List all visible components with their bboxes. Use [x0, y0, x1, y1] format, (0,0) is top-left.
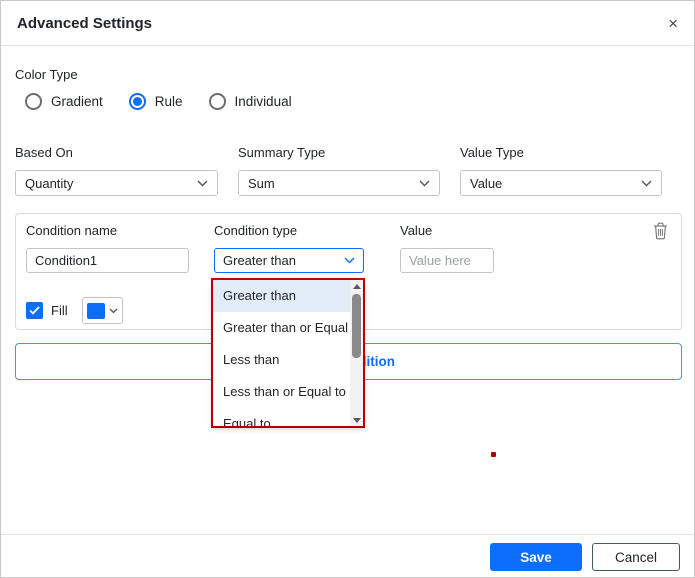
scroll-up-icon[interactable]: [350, 280, 363, 292]
based-on-dropdown[interactable]: Quantity: [15, 170, 218, 196]
annotation-dot: [491, 452, 496, 457]
chevron-down-icon: [419, 180, 430, 186]
popup-scrollbar[interactable]: [350, 280, 363, 426]
chevron-down-icon: [344, 257, 355, 264]
value-type-value: Value: [470, 175, 503, 191]
check-icon: [29, 306, 40, 315]
condition-type-label: Condition type: [214, 223, 298, 238]
dialog-header: Advanced Settings ×: [1, 1, 694, 46]
popup-item-list: Greater than Greater than or Equal to Le…: [213, 280, 362, 426]
condition-name-label: Condition name: [26, 223, 118, 238]
radio-label: Individual: [234, 94, 292, 109]
fill-checkbox-checked[interactable]: [26, 302, 43, 319]
condition-value-label: Value: [400, 223, 433, 238]
condition-type-dropdown[interactable]: Greater than: [214, 248, 364, 273]
summary-type-value: Sum: [248, 175, 275, 191]
radio-icon: [208, 93, 226, 110]
annotation-highlight: Greater than Greater than or Equal to Le…: [211, 278, 365, 428]
value-type-label: Value Type: [460, 145, 524, 160]
condition-type-value: Greater than: [223, 253, 296, 268]
scroll-down-icon[interactable]: [350, 414, 363, 426]
fill-color-picker[interactable]: [81, 297, 123, 324]
fill-label: Fill: [51, 303, 68, 318]
radio-icon: [25, 93, 42, 110]
chevron-down-icon: [641, 180, 652, 186]
based-on-value: Quantity: [25, 175, 74, 191]
based-on-label: Based On: [15, 145, 73, 160]
advanced-settings-dialog: Advanced Settings × Color Type Gradient …: [0, 0, 695, 578]
popup-item-less-than-or-equal[interactable]: Less than or Equal to: [213, 376, 350, 408]
close-icon[interactable]: ×: [668, 1, 678, 46]
cancel-button[interactable]: Cancel: [592, 543, 680, 571]
color-type-label: Color Type: [15, 67, 78, 82]
radio-option-gradient[interactable]: Gradient: [25, 93, 103, 110]
delete-condition-icon[interactable]: [653, 222, 668, 245]
radio-option-rule[interactable]: Rule: [128, 93, 183, 110]
summary-type-dropdown[interactable]: Sum: [238, 170, 440, 196]
save-button[interactable]: Save: [490, 543, 582, 571]
dialog-footer: Save Cancel: [1, 534, 694, 577]
radio-selected-icon: [128, 93, 146, 110]
scrollbar-thumb[interactable]: [352, 294, 361, 358]
color-type-radio-group: Gradient Rule Individual: [25, 93, 292, 110]
radio-label: Rule: [154, 94, 183, 109]
chevron-down-icon: [109, 308, 118, 313]
popup-item-equal-to[interactable]: Equal to: [213, 408, 350, 426]
value-type-dropdown[interactable]: Value: [460, 170, 662, 196]
fill-row: Fill: [26, 297, 123, 324]
color-swatch: [86, 302, 105, 319]
condition-value-input[interactable]: [400, 248, 494, 273]
popup-item-less-than[interactable]: Less than: [213, 344, 350, 376]
dialog-title: Advanced Settings: [17, 15, 153, 32]
popup-item-greater-than[interactable]: Greater than: [213, 280, 350, 312]
radio-option-individual[interactable]: Individual: [208, 93, 292, 110]
summary-type-label: Summary Type: [238, 145, 326, 160]
condition-name-input[interactable]: [26, 248, 189, 273]
radio-label: Gradient: [51, 94, 103, 109]
popup-item-greater-than-or-equal[interactable]: Greater than or Equal to: [213, 312, 362, 344]
chevron-down-icon: [197, 180, 208, 186]
condition-type-popup: Greater than Greater than or Equal to Le…: [213, 280, 363, 426]
